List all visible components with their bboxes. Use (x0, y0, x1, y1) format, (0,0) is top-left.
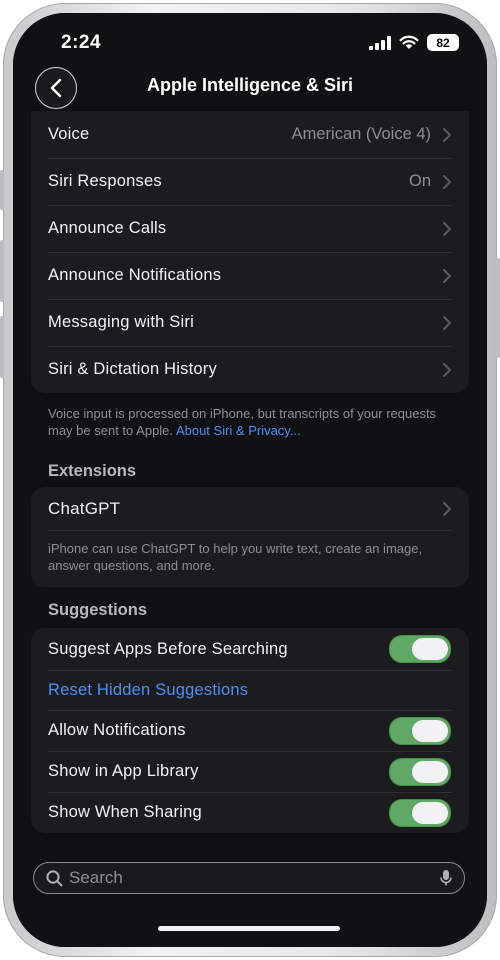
privacy-footer: Voice input is processed on iPhone, but … (48, 405, 453, 439)
chatgpt-divider (48, 530, 453, 531)
row-label: Suggest Apps Before Searching (48, 639, 288, 658)
chevron-right-icon (443, 174, 451, 189)
siri-dictation-history-row[interactable]: Siri & Dictation History (31, 346, 469, 393)
extensions-header: Extensions (48, 462, 137, 480)
chevron-right-icon (443, 501, 451, 516)
extensions-group: ChatGPT iPhone can use ChatGPT to help y… (31, 487, 469, 587)
about-siri-privacy-link[interactable]: About Siri & Privacy... (176, 423, 301, 438)
row-value: American (Voice 4) (291, 125, 431, 143)
row-label: Siri & Dictation History (48, 360, 217, 378)
chatgpt-row[interactable]: ChatGPT (31, 487, 469, 530)
status-icons: 82 (369, 34, 459, 51)
show-when-sharing-toggle[interactable] (389, 798, 451, 827)
suggest-apps-toggle[interactable] (389, 635, 451, 663)
row-label: Voice (48, 125, 90, 143)
status-time: 2:24 (61, 32, 102, 53)
side-button (0, 316, 4, 378)
row-label: Siri Responses (48, 172, 162, 190)
chevron-right-icon (443, 221, 451, 236)
reset-hidden-suggestions-row[interactable]: Reset Hidden Suggestions (31, 670, 469, 710)
row-label: Show in App Library (48, 762, 199, 780)
screen: 2:24 82 Apple Intelligence & Siri Voice … (13, 13, 487, 947)
show-in-app-library-toggle[interactable] (389, 757, 451, 786)
allow-notifications-toggle[interactable] (389, 716, 451, 745)
announce-notifications-row[interactable]: Announce Notifications (31, 252, 469, 299)
row-label: Allow Notifications (48, 721, 186, 739)
microphone-icon[interactable] (440, 869, 452, 887)
page-title: Apple Intelligence & Siri (146, 75, 354, 95)
allow-notifications-row: Allow Notifications (31, 710, 469, 751)
wifi-icon (399, 35, 419, 49)
side-button (0, 240, 4, 302)
chevron-right-icon (443, 362, 451, 377)
battery-indicator: 82 (427, 34, 459, 51)
chevron-right-icon (443, 315, 451, 330)
row-value: On (408, 172, 431, 190)
search-bar (33, 862, 465, 894)
chevron-right-icon (443, 268, 451, 283)
row-label: Announce Notifications (48, 266, 222, 284)
row-label: Show When Sharing (48, 803, 202, 821)
chatgpt-description: iPhone can use ChatGPT to help you write… (48, 541, 423, 573)
cellular-signal-icon (369, 35, 391, 50)
home-indicator[interactable] (158, 926, 340, 931)
side-button (496, 258, 500, 358)
suggestions-group: Suggest Apps Before Searching Reset Hidd… (31, 628, 469, 833)
show-when-sharing-row: Show When Sharing (31, 792, 469, 833)
row-label: Messaging with Siri (48, 313, 194, 331)
reset-hidden-suggestions-button[interactable]: Reset Hidden Suggestions (48, 681, 451, 700)
search-icon (46, 869, 63, 886)
side-button (0, 170, 4, 210)
row-label: ChatGPT (48, 498, 121, 518)
show-in-app-library-row: Show in App Library (31, 751, 469, 792)
announce-calls-row[interactable]: Announce Calls (31, 205, 469, 252)
search-input[interactable] (63, 868, 440, 888)
messaging-with-siri-row[interactable]: Messaging with Siri (31, 299, 469, 346)
suggest-apps-row: Suggest Apps Before Searching (31, 628, 469, 670)
chevron-right-icon (443, 127, 451, 142)
voice-row[interactable]: Voice American (Voice 4) (31, 111, 469, 158)
siri-settings-group: Voice American (Voice 4) Siri Responses … (31, 111, 469, 393)
siri-responses-row[interactable]: Siri Responses On (31, 158, 469, 205)
suggestions-header: Suggestions (48, 601, 148, 619)
row-label: Announce Calls (48, 219, 167, 237)
